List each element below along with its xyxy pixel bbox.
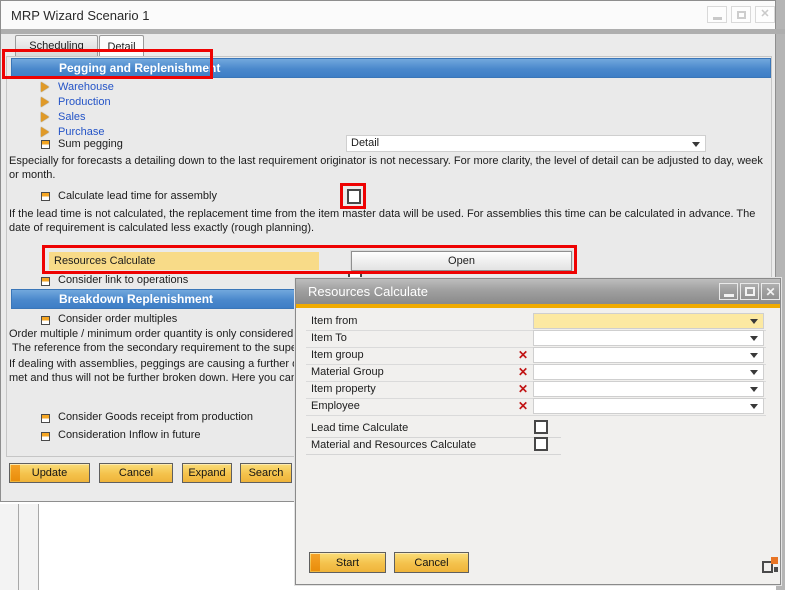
breakdown-header-label: Breakdown Replenishment: [59, 292, 213, 306]
titlebar-separator: [1, 29, 785, 34]
maximize-button[interactable]: [731, 6, 751, 23]
field-row-item-property: Item property ✕: [306, 381, 766, 399]
lead-time-calculate-checkbox[interactable]: [534, 420, 548, 434]
search-button-label: Search: [249, 467, 284, 479]
field-row-material-resources-calculate: Material and Resources Calculate: [306, 437, 561, 455]
goods-receipt-checkbox[interactable]: [41, 414, 50, 423]
start-button-label: Start: [336, 557, 359, 569]
employee-dropdown[interactable]: [533, 398, 764, 414]
field-row-item-from: Item from: [306, 313, 766, 331]
close-icon: ✕: [760, 9, 769, 20]
item-property-dropdown[interactable]: [533, 381, 764, 397]
order-multiples-bullet-checkbox[interactable]: [41, 316, 50, 325]
update-button-label: Update: [32, 467, 67, 479]
dialog-minimize-button[interactable]: [719, 283, 738, 300]
field-row-material-group: Material Group ✕: [306, 364, 766, 382]
sum-pegging-dropdown[interactable]: Detail: [346, 135, 706, 152]
dialog-close-button[interactable]: ✕: [761, 283, 780, 300]
assemblies-help-line1: If dealing with assemblies, peggings are…: [9, 358, 304, 370]
update-button[interactable]: Update: [9, 463, 90, 483]
cancel-button-label: Cancel: [119, 467, 153, 479]
minimize-icon: [713, 17, 722, 20]
start-button[interactable]: Start: [309, 552, 386, 573]
sum-pegging-value: Detail: [347, 136, 705, 149]
consider-link-bullet-checkbox[interactable]: [41, 277, 50, 286]
inflow-future-label: Consideration Inflow in future: [58, 429, 200, 441]
annotation-leadtime-checkbox: [340, 183, 366, 209]
background-left-column-1: [0, 504, 19, 590]
material-resources-calculate-checkbox[interactable]: [534, 437, 548, 451]
resize-grip-icon[interactable]: [762, 556, 779, 573]
consider-link-label: Consider link to operations: [58, 274, 188, 286]
lead-time-calculate-label: Lead time Calculate: [311, 422, 408, 434]
tree-item-purchase[interactable]: Purchase: [58, 126, 104, 138]
material-resources-calculate-label: Material and Resources Calculate: [311, 439, 476, 451]
field-row-lead-time-calculate: Lead time Calculate: [306, 420, 561, 438]
required-x-icon: ✕: [518, 382, 528, 396]
dialog-title: Resources Calculate: [308, 284, 428, 299]
close-icon: ✕: [765, 286, 775, 298]
expand-button-label: Expand: [188, 467, 225, 479]
order-multiples-help-line2: The reference from the secondary require…: [12, 342, 307, 354]
window-titlebar[interactable]: MRP Wizard Scenario 1 ✕: [1, 1, 775, 29]
item-group-label: Item group: [311, 349, 364, 361]
assemblies-help-line2: met and thus will not be further broken …: [9, 372, 306, 384]
expand-arrow-icon[interactable]: [41, 127, 49, 137]
resources-calculate-dialog: Resources Calculate ✕ Item from Item To …: [295, 278, 781, 585]
sum-pegging-checkbox[interactable]: [41, 140, 50, 149]
inflow-future-checkbox[interactable]: [41, 432, 50, 441]
cancel-button[interactable]: Cancel: [99, 463, 173, 483]
search-button[interactable]: Search: [240, 463, 292, 483]
annotation-resources-row: [42, 245, 577, 274]
item-to-dropdown[interactable]: [533, 330, 764, 346]
expand-arrow-icon[interactable]: [41, 112, 49, 122]
expand-arrow-icon[interactable]: [41, 82, 49, 92]
order-multiples-label: Consider order multiples: [58, 313, 177, 325]
material-group-label: Material Group: [311, 366, 384, 378]
order-multiples-help-line1: Order multiple / minimum order quantity …: [9, 328, 302, 340]
dialog-titlebar[interactable]: Resources Calculate ✕: [296, 279, 780, 304]
item-to-label: Item To: [311, 332, 347, 344]
material-group-dropdown[interactable]: [533, 364, 764, 380]
goods-receipt-label: Consider Goods receipt from production: [58, 411, 253, 423]
annotation-pegging-header: [2, 49, 213, 79]
required-x-icon: ✕: [518, 365, 528, 379]
employee-label: Employee: [311, 400, 360, 412]
minimize-icon: [724, 294, 734, 297]
lead-time-help-text: If the lead time is not calculated, the …: [9, 207, 761, 235]
window-title: MRP Wizard Scenario 1: [11, 8, 149, 23]
background-left-column-2: [19, 504, 39, 590]
sum-pegging-label: Sum pegging: [58, 138, 123, 150]
screen: MRP Wizard Scenario 1 ✕ Scheduling Detai…: [0, 0, 785, 590]
maximize-icon: [745, 287, 755, 296]
dialog-maximize-button[interactable]: [740, 283, 759, 300]
lead-time-bullet-checkbox[interactable]: [41, 192, 50, 201]
dialog-cancel-button[interactable]: Cancel: [394, 552, 469, 573]
item-group-dropdown[interactable]: [533, 347, 764, 363]
lead-time-label: Calculate lead time for assembly: [58, 190, 217, 202]
item-from-dropdown[interactable]: [533, 313, 764, 329]
tree-item-warehouse[interactable]: Warehouse: [58, 81, 114, 93]
minimize-button[interactable]: [707, 6, 727, 23]
item-from-label: Item from: [311, 315, 357, 327]
dialog-accent-line: [296, 304, 780, 308]
expand-button[interactable]: Expand: [182, 463, 232, 483]
close-button[interactable]: ✕: [755, 6, 775, 23]
required-x-icon: ✕: [518, 348, 528, 362]
dialog-cancel-button-label: Cancel: [414, 557, 448, 569]
maximize-icon: [737, 11, 746, 19]
tree-item-sales[interactable]: Sales: [58, 111, 86, 123]
tree-item-production[interactable]: Production: [58, 96, 111, 108]
expand-arrow-icon[interactable]: [41, 97, 49, 107]
item-property-label: Item property: [311, 383, 376, 395]
sum-pegging-help-text: Especially for forecasts a detailing dow…: [9, 154, 767, 182]
field-row-item-to: Item To: [306, 330, 766, 348]
field-row-employee: Employee ✕: [306, 398, 766, 416]
field-row-item-group: Item group ✕: [306, 347, 766, 365]
required-x-icon: ✕: [518, 399, 528, 413]
